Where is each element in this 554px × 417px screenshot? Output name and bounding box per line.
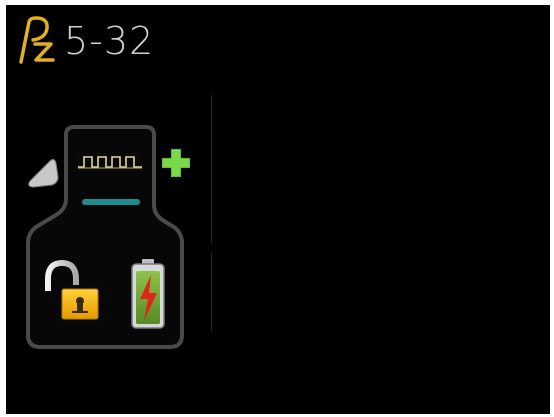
vertical-divider (211, 253, 212, 331)
pz-logo-icon (16, 14, 60, 64)
vertical-divider (211, 95, 212, 243)
transmitter-panel (20, 123, 210, 353)
device-screen: 5-32 (6, 5, 550, 414)
battery-charging-icon (131, 259, 165, 329)
header: 5-32 (16, 11, 154, 67)
model-number: 5-32 (64, 19, 155, 63)
signal-waveform-icon (78, 153, 142, 171)
add-plus-icon (162, 149, 190, 177)
